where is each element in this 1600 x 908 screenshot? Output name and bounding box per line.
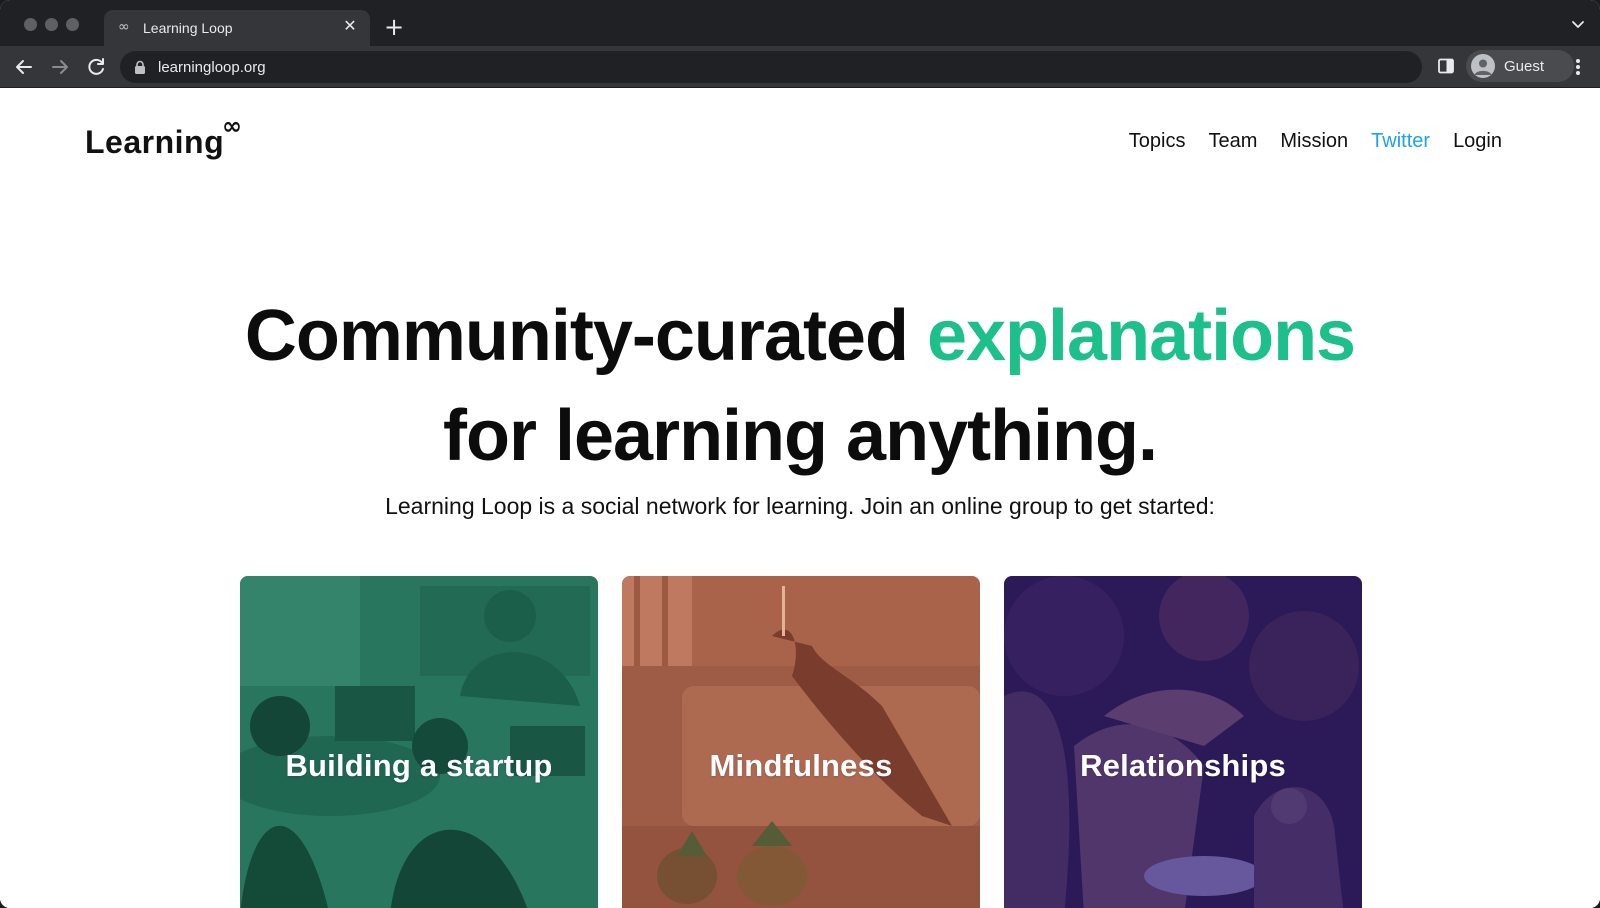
hero-subtitle: Learning Loop is a social network for le… — [385, 493, 1215, 519]
infinity-icon: ∞ — [222, 112, 242, 140]
address-bar[interactable]: learningloop.org — [120, 51, 1422, 83]
hero-heading: Community-curated explanations for learn… — [0, 286, 1600, 486]
nav-link-team[interactable]: Team — [1208, 130, 1257, 153]
nav-link-login[interactable]: Login — [1453, 130, 1502, 153]
profile-name: Guest — [1504, 58, 1545, 75]
hero-line-1-text: Community-curated — [244, 296, 927, 376]
lock-icon[interactable] — [134, 60, 146, 74]
group-cards: Building a startup Mindfulness Relations… — [240, 576, 1362, 908]
profile-button[interactable]: Guest — [1466, 50, 1574, 82]
group-card-startup[interactable]: Building a startup — [240, 576, 598, 908]
browser-tab-active[interactable]: ∞ Learning Loop ✕ — [104, 10, 370, 46]
site-nav: Topics Team Mission Twitter Login — [1129, 130, 1502, 153]
plus-icon[interactable]: + — [382, 15, 406, 40]
url-text[interactable]: learningloop.org — [158, 59, 266, 76]
close-icon[interactable]: ✕ — [340, 17, 360, 37]
browser-window: ∞ Learning Loop ✕ + learningloop.org Gue… — [0, 0, 1600, 908]
browser-toolbar: learningloop.org Guest — [0, 46, 1600, 88]
hero-line-2: for learning anything. — [442, 396, 1158, 476]
nav-link-mission[interactable]: Mission — [1280, 130, 1348, 153]
card-image-relationships — [1004, 576, 1362, 908]
tab-title: Learning Loop — [143, 20, 233, 36]
nav-link-topics[interactable]: Topics — [1129, 130, 1186, 153]
window-close-button[interactable] — [24, 18, 37, 31]
arrow-left-icon[interactable] — [12, 55, 36, 79]
person-icon — [1474, 59, 1492, 75]
group-card-mindfulness[interactable]: Mindfulness — [622, 576, 980, 908]
tab-strip: ∞ Learning Loop ✕ + — [0, 0, 1600, 46]
card-label: Relationships — [1080, 748, 1286, 783]
card-label: Building a startup — [285, 748, 553, 783]
side-panel-icon[interactable] — [1437, 57, 1455, 75]
tab-favicon-icon: ∞ — [118, 19, 130, 35]
kebab-menu-icon[interactable] — [1568, 56, 1588, 78]
window-minimize-button[interactable] — [45, 18, 58, 31]
card-image-mindfulness — [622, 576, 980, 908]
logo-text: Learning — [85, 124, 225, 160]
reload-icon[interactable] — [84, 55, 108, 79]
card-label: Mindfulness — [709, 748, 893, 783]
window-zoom-button[interactable] — [66, 18, 79, 31]
nav-link-twitter[interactable]: Twitter — [1371, 130, 1430, 153]
card-image-startup — [240, 576, 598, 908]
chevron-down-icon[interactable] — [1570, 18, 1586, 32]
group-card-relationships[interactable]: Relationships — [1004, 576, 1362, 908]
web-page: Learning ∞ Topics Team Mission Twitter L… — [0, 88, 1600, 908]
hero-line-1: Community-curated explanations — [0, 286, 1600, 386]
avatar — [1471, 54, 1495, 78]
arrow-right-icon[interactable] — [48, 55, 72, 79]
hero-accent-word: explanations — [926, 296, 1356, 376]
